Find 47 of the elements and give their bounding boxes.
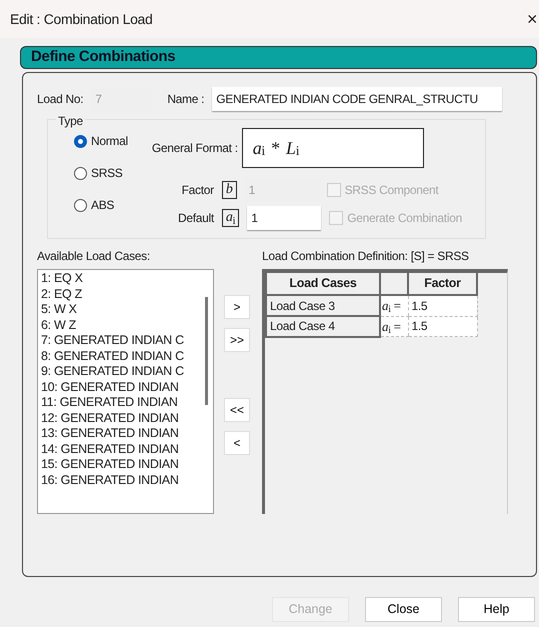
field-label: Default	[176, 210, 214, 227]
list-item[interactable]: 13: GENERATED INDIAN	[41, 426, 210, 442]
dialog-button[interactable]: Help	[458, 597, 535, 622]
window-title: Edit : Combination Load	[10, 10, 153, 28]
field-label: General Format :	[152, 140, 238, 157]
list-item[interactable]: 14: GENERATED INDIAN	[41, 442, 210, 457]
list-item[interactable]: 11: GENERATED INDIAN	[41, 395, 210, 410]
list-item[interactable]: 6: W Z	[41, 318, 210, 333]
symbol-label: a$_{i}$ =	[380, 316, 408, 336]
list-item[interactable]: 5: W X	[41, 302, 210, 318]
table-cell: Load Case 4	[266, 316, 380, 336]
table-cell: Load Case 3	[266, 295, 380, 316]
list-item[interactable]: 15: GENERATED INDIAN	[41, 457, 210, 472]
radio-option[interactable]: Normal	[74, 132, 128, 150]
move-button[interactable]: >	[224, 295, 250, 319]
radio-option[interactable]: ABS	[74, 196, 128, 214]
formula-box: a$_{i}$ *L$_{i}$	[242, 128, 424, 168]
list-label: Available Load Cases:	[37, 248, 151, 265]
load-case-list[interactable]	[37, 269, 214, 514]
symbol-label: b	[222, 181, 237, 199]
name-field[interactable]: GENERATED INDIAN CODE GENRAL_STRUCTU	[212, 87, 502, 111]
list-item[interactable]: 9: GENERATED INDIAN C	[41, 364, 210, 380]
column-header: Load Cases	[266, 273, 380, 295]
move-button[interactable]: <<	[224, 398, 250, 422]
scrollbar[interactable]	[205, 297, 208, 405]
field-label: Name :	[167, 91, 204, 108]
field-label: Factor	[180, 182, 214, 199]
list-item[interactable]: 8: GENERATED INDIAN C	[41, 348, 210, 364]
list-item[interactable]: 2: EQ Z	[41, 286, 210, 302]
move-button[interactable]: <	[224, 431, 250, 455]
list-item[interactable]: 1: EQ X	[41, 271, 210, 286]
symbol-label: a$_{i}$	[222, 209, 240, 227]
value-field[interactable]: 1	[247, 206, 322, 230]
field-label: Load No:	[37, 91, 84, 108]
table-label: Load Combination Definition: [S] = SRSS	[262, 248, 470, 265]
factor-field[interactable]: 1.5	[408, 295, 477, 316]
list-item[interactable]: 7: GENERATED INDIAN C	[41, 333, 210, 348]
close-button[interactable]: ×	[527, 10, 539, 28]
list-item[interactable]: 16: GENERATED INDIAN	[41, 472, 210, 488]
dialog-button[interactable]: Close	[365, 597, 442, 622]
symbol-label: a$_{i}$ =	[380, 295, 408, 316]
radio-option[interactable]: SRSS	[74, 164, 128, 182]
move-button[interactable]: >>	[224, 328, 250, 352]
list-item[interactable]: 10: GENERATED INDIAN	[41, 380, 210, 395]
list-item[interactable]: 12: GENERATED INDIAN	[41, 410, 210, 426]
factor-field[interactable]: 1.5	[408, 316, 477, 336]
section-header: Define Combinations	[20, 46, 537, 69]
